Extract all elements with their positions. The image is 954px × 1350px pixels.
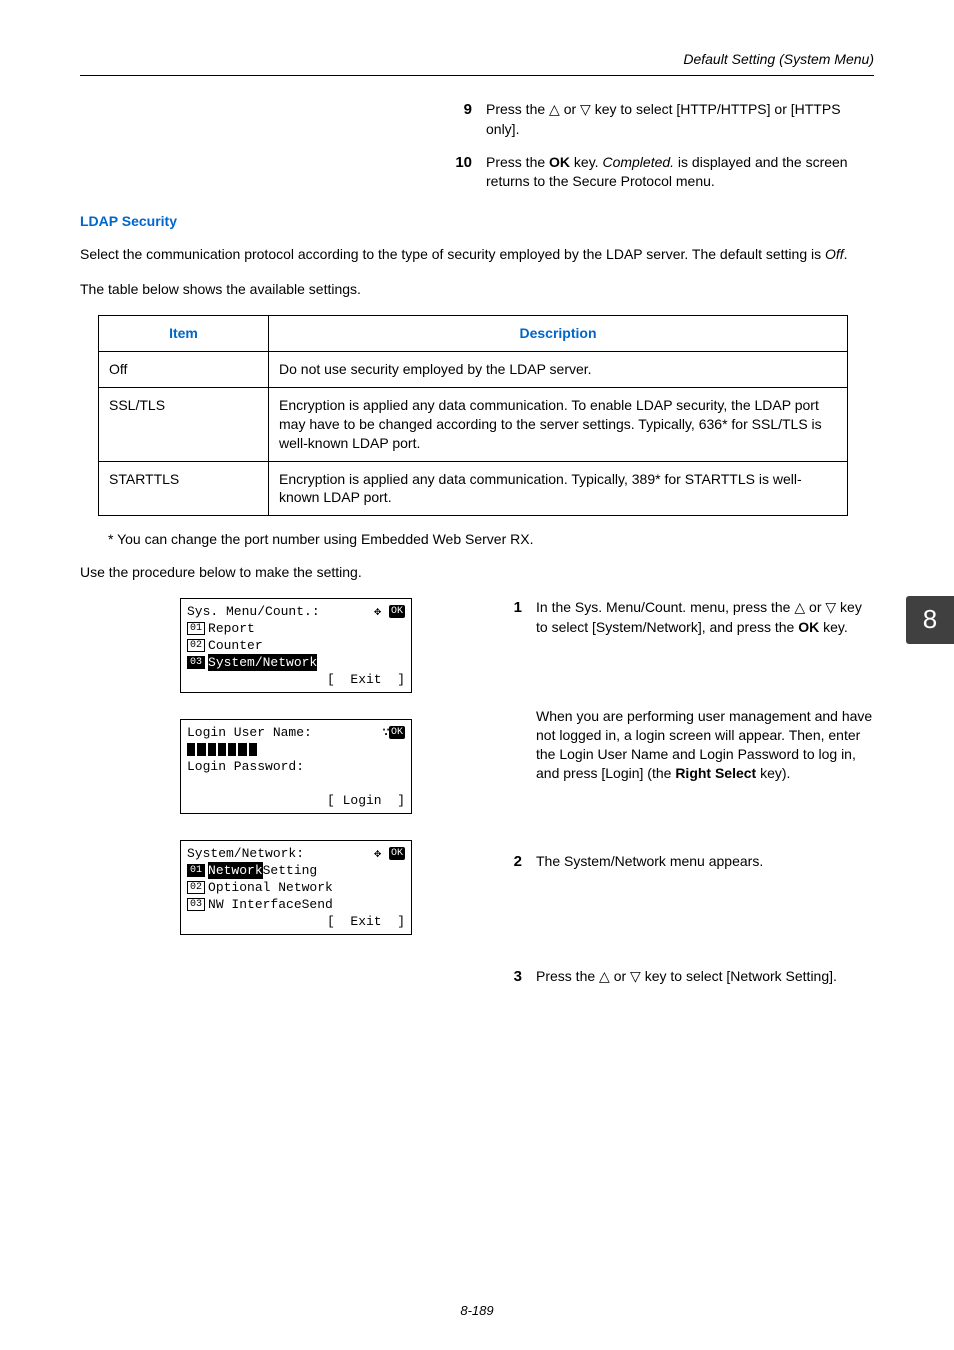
proc-step-3: 3 Press the △ or ▽ key to select [Networ… [500,967,874,987]
lcd-screen-system-network: System/Network:✥ OK 01 Network Setting 0… [180,840,412,935]
paragraph-table-intro: The table below shows the available sett… [80,280,874,299]
footnote: * You can change the port number using E… [108,530,874,549]
proc-step-1: 1 In the Sys. Menu/Count. menu, press th… [500,598,874,637]
step-number [500,707,536,783]
page-number: 8-189 [0,1302,954,1320]
up-triangle-icon: △ [549,102,560,118]
chapter-tab: 8 [906,596,954,644]
step-number: 10 [450,153,486,191]
col-description: Description [269,316,848,352]
up-triangle-icon: △ [599,969,610,985]
col-item: Item [99,316,269,352]
list-item: Report [208,620,255,638]
step-text: In the Sys. Menu/Count. menu, press the … [536,598,874,637]
down-triangle-icon: ▽ [580,102,591,118]
up-triangle-icon: △ [794,600,805,616]
proc-note-login: When you are performing user management … [500,707,874,783]
step-number: 2 [500,852,536,872]
top-steps-block: 9 Press the △ or ▽ key to select [HTTP/H… [450,100,874,191]
list-item-selected: Network [208,862,263,880]
step-9: 9 Press the △ or ▽ key to select [HTTP/H… [450,100,874,139]
step-text: Press the OK key. Completed. is displaye… [486,153,874,191]
list-index-icon: 03 [187,656,205,669]
page-header: Default Setting (System Menu) [80,50,874,76]
list-item: Optional Network [208,879,333,897]
softkey-exit: [ Exit ] [327,913,405,931]
table-row: SSL/TLS Encryption is applied any data c… [99,387,848,461]
ok-icon: OK [389,726,405,739]
ok-icon: OK [389,605,405,618]
list-index-icon: 02 [187,639,205,652]
list-index-icon: 02 [187,881,205,894]
list-item: Counter [208,637,263,655]
list-item-selected: System/Network [208,654,317,672]
down-triangle-icon: ▽ [825,600,836,616]
proc-step-2: 2 The System/Network menu appears. [500,852,874,872]
dpad-icon: ∵ [382,724,389,742]
step-number: 1 [500,598,536,637]
softkey-login: [ Login ] [327,792,405,810]
list-item: NW InterfaceSend [208,896,333,914]
section-heading-ldap-security: LDAP Security [80,212,874,231]
paragraph-procedure-intro: Use the procedure below to make the sett… [80,563,874,582]
nav-diamond-icon: ✥ [374,604,381,620]
cell-item: Off [99,352,269,388]
step-text: Press the △ or ▽ key to select [HTTP/HTT… [486,100,874,139]
step-text: When you are performing user management … [536,707,874,783]
list-item-tail: Setting [263,862,318,880]
table-row: Off Do not use security employed by the … [99,352,848,388]
cell-item: STARTTLS [99,461,269,516]
cell-desc: Do not use security employed by the LDAP… [269,352,848,388]
lcd-screen-login: Login User Name:∵OK Login Password: [ Lo… [180,719,412,814]
text-cursor-block [187,743,257,756]
step-text: Press the △ or ▽ key to select [Network … [536,967,874,987]
cell-desc: Encryption is applied any data communica… [269,387,848,461]
table-row: STARTTLS Encryption is applied any data … [99,461,848,516]
step-number: 9 [450,100,486,139]
password-label: Login Password: [187,758,304,776]
settings-table: Item Description Off Do not use security… [98,315,848,516]
cell-desc: Encryption is applied any data communica… [269,461,848,516]
list-index-icon: 01 [187,864,205,877]
paragraph-intro: Select the communication protocol accord… [80,245,874,264]
nav-diamond-icon: ✥ [374,846,381,862]
ok-icon: OK [389,847,405,860]
step-number: 3 [500,967,536,987]
list-index-icon: 03 [187,898,205,911]
table-header-row: Item Description [99,316,848,352]
step-10: 10 Press the OK key. Completed. is displ… [450,153,874,191]
list-index-icon: 01 [187,622,205,635]
step-text: The System/Network menu appears. [536,852,874,872]
down-triangle-icon: ▽ [630,969,641,985]
lcd-screen-sys-menu: Sys. Menu/Count.:✥ OK 01 Report 02 Count… [180,598,412,693]
cell-item: SSL/TLS [99,387,269,461]
softkey-exit: [ Exit ] [327,671,405,689]
